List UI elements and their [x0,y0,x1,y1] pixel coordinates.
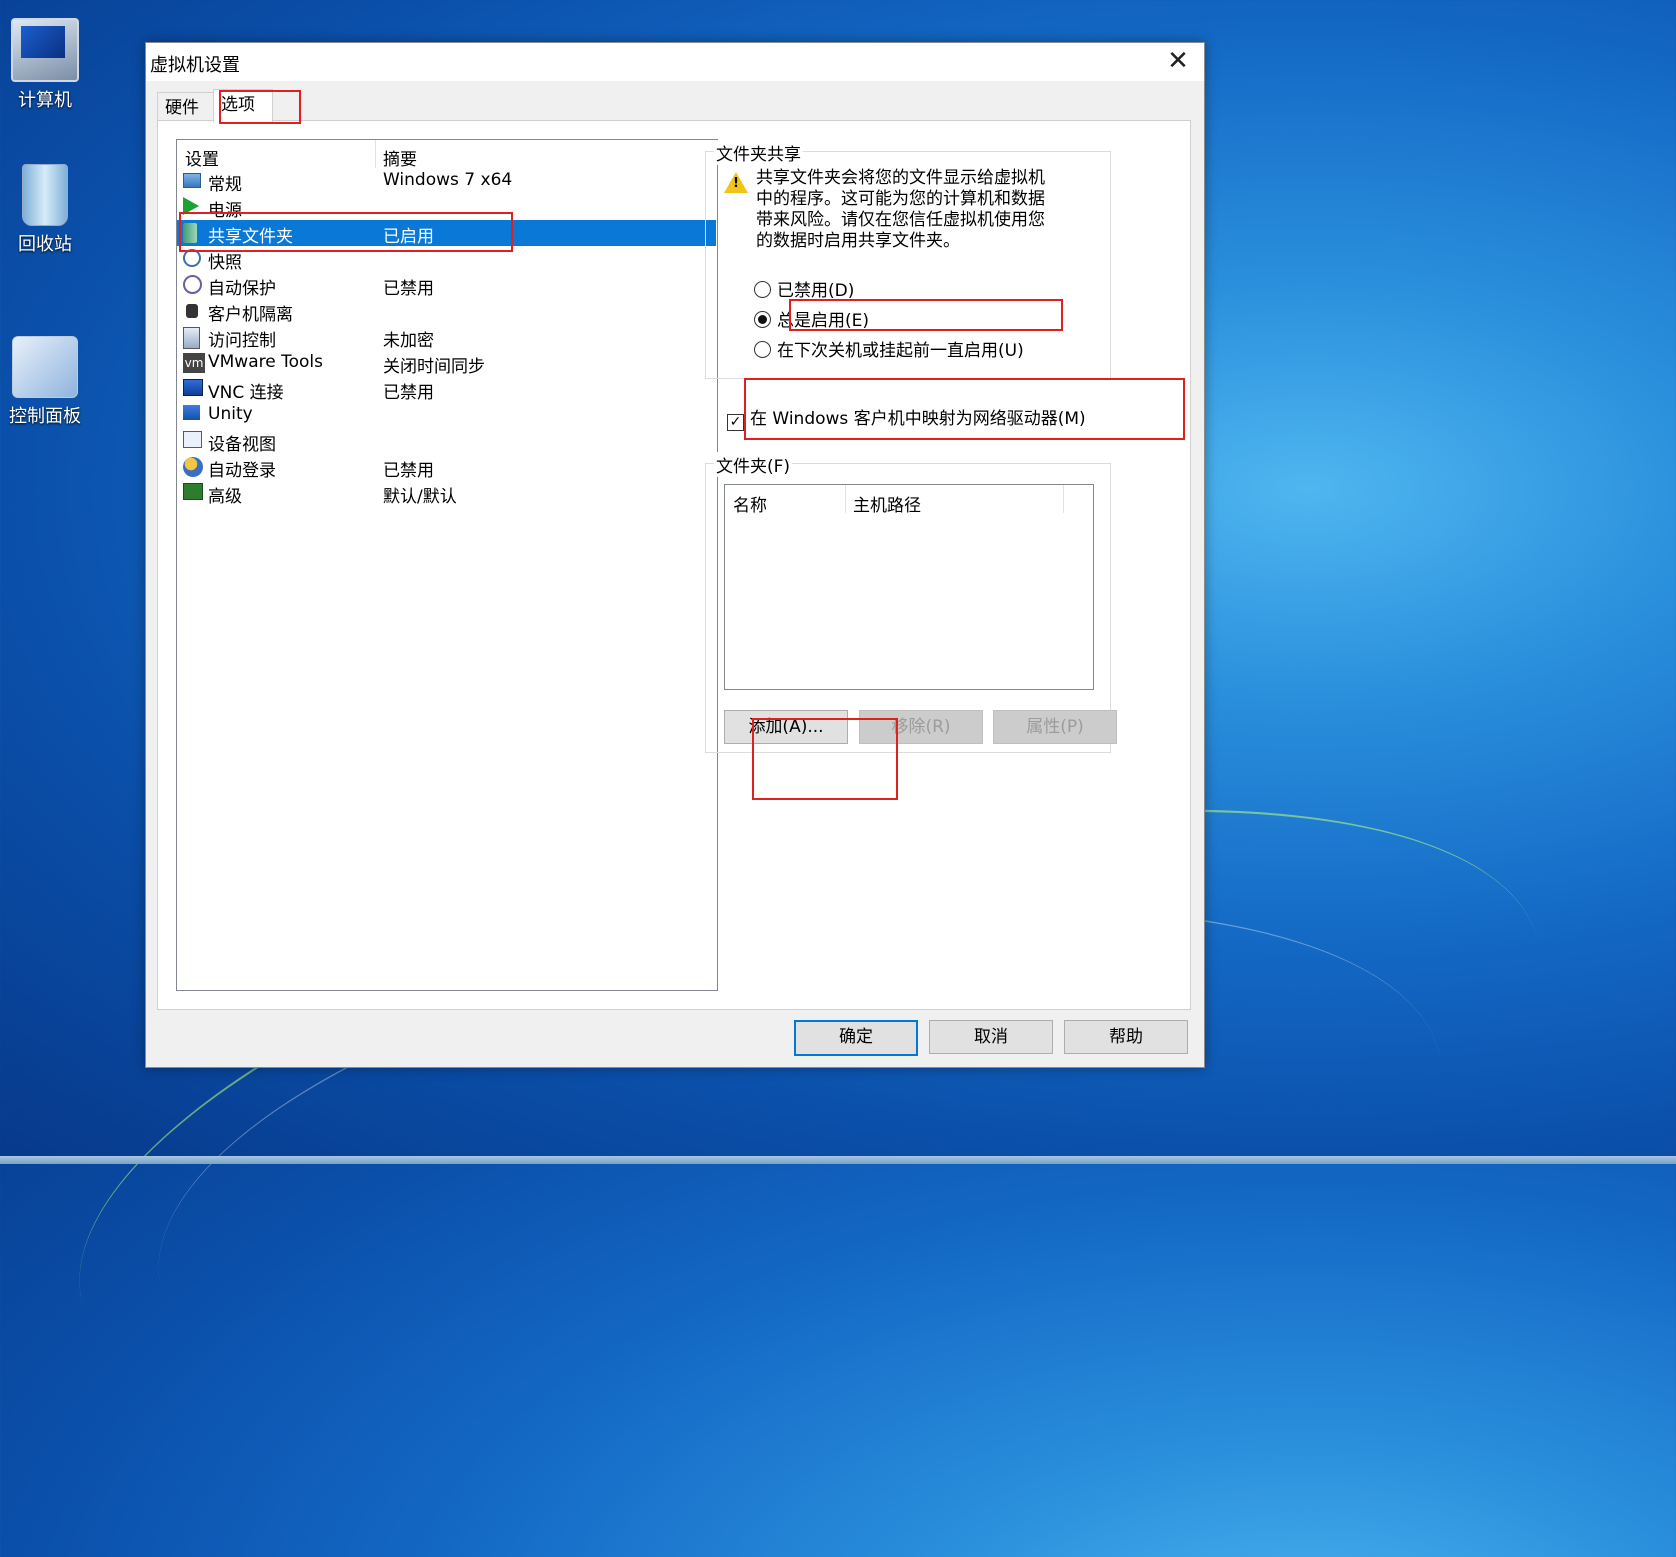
row-summary: 已禁用 [383,279,434,299]
column-header-host-path[interactable]: 主机路径 [853,491,921,516]
settings-row-vmware-tools[interactable]: vm VMware Tools 关闭时间同步 [177,350,717,377]
title-bar[interactable]: 虚拟机设置 ✕ [146,43,1204,81]
column-divider[interactable] [375,140,376,168]
desktop-icon-recycle-bin[interactable]: 回收站 [0,164,90,256]
row-summary: 默认/默认 [383,487,457,507]
row-name: 电源 [208,201,242,221]
settings-row-access-control[interactable]: 访问控制 未加密 [177,324,717,351]
computer-icon [11,18,79,82]
cancel-button[interactable]: 取消 [929,1020,1053,1054]
advanced-icon [183,483,203,500]
unity-icon [183,405,200,420]
vnc-icon [183,379,203,396]
group-label: 文件夹共享 [714,140,803,165]
settings-row-power[interactable]: 电源 [177,194,717,221]
row-summary: 已禁用 [383,383,434,403]
row-name: VNC 连接 [208,383,284,403]
row-summary: 已启用 [383,227,434,247]
warning-text: 共享文件夹会将您的文件显示给虚拟机中的程序。这可能为您的计算机和数据带来风险。请… [756,168,1045,251]
help-button[interactable]: 帮助 [1064,1020,1188,1054]
radio-label: 总是启用(E) [777,311,870,331]
desktop-icon-control-panel[interactable]: 控制面板 [0,336,90,428]
settings-row-general[interactable]: 常规 Windows 7 x64 [177,168,717,195]
vmware-tools-icon: vm [183,353,205,373]
row-name: VMware Tools [208,352,323,372]
row-summary: 关闭时间同步 [383,357,485,377]
settings-row-snapshots[interactable]: 快照 [177,246,717,273]
settings-row-shared-folders[interactable]: 共享文件夹 已启用 [177,220,716,247]
folder-sharing-group: 文件夹共享 ! 共享文件夹会将您的文件显示给虚拟机中的程序。这可能为您的计算机和… [705,140,1111,379]
folder-list[interactable]: 名称 主机路径 [724,484,1094,690]
list-header: 设置 摘要 [177,140,717,170]
desktop-icon-label: 控制面板 [9,406,81,427]
warning-icon: ! [724,172,748,193]
device-view-icon [183,431,202,448]
settings-row-device-view[interactable]: 设备视图 [177,428,717,455]
column-divider[interactable] [1063,485,1064,513]
row-name: 设备视图 [208,435,276,455]
desktop-icon-computer[interactable]: 计算机 [0,18,90,112]
row-summary: Windows 7 x64 [383,170,513,190]
snapshot-icon [183,249,201,267]
radio-button[interactable] [754,341,771,358]
row-name: 自动登录 [208,461,276,481]
settings-row-autologin[interactable]: 自动登录 已禁用 [177,454,717,481]
row-name: 常规 [208,175,242,195]
settings-list[interactable]: 设置 摘要 常规 Windows 7 x64 电源 共享文件夹 已启用 快照 自… [176,139,718,991]
radio-always-enabled[interactable]: 总是启用(E) [754,306,869,331]
options-panel: 设置 摘要 常规 Windows 7 x64 电源 共享文件夹 已启用 快照 自… [157,120,1191,1010]
autoprotect-icon [183,275,202,294]
row-name: 自动保护 [208,279,276,299]
radio-button[interactable] [754,311,771,328]
tab-hardware[interactable]: 硬件 [157,92,217,121]
radio-button[interactable] [754,281,771,298]
taskbar [0,1156,1676,1164]
shared-folder-icon [183,223,197,243]
tab-options[interactable]: 选项 [213,89,273,122]
radio-until-poweroff[interactable]: 在下次关机或挂起前一直启用(U) [754,336,1024,361]
row-summary: 已禁用 [383,461,434,481]
row-name: 快照 [208,253,242,273]
recycle-bin-icon [22,164,68,226]
vm-settings-dialog: 虚拟机设置 ✕ 硬件 选项 设置 摘要 常规 Windows 7 x64 电源 [145,42,1205,1068]
remove-button[interactable]: 移除(R) [859,710,983,744]
settings-row-unity[interactable]: Unity [177,402,717,428]
map-network-drive-checkbox[interactable]: ✓ 在 Windows 客户机中映射为网络驱动器(M) [727,404,1086,431]
row-name: 访问控制 [208,331,276,351]
settings-row-vnc[interactable]: VNC 连接 已禁用 [177,376,717,403]
checkbox-label: 在 Windows 客户机中映射为网络驱动器(M) [750,409,1086,429]
dialog-title: 虚拟机设置 [150,55,240,76]
folders-group: 文件夹(F) 名称 主机路径 添加(A)... 移除(R) 属性(P) [705,452,1117,753]
column-divider[interactable] [845,485,846,513]
row-name: Unity [208,404,253,424]
autologin-icon [183,457,203,477]
column-header-summary[interactable]: 摘要 [383,145,417,170]
radio-disabled[interactable]: 已禁用(D) [754,276,854,301]
desktop-icon-label: 回收站 [18,234,72,255]
row-name: 共享文件夹 [208,227,293,247]
close-button[interactable]: ✕ [1164,47,1192,75]
radio-label: 已禁用(D) [777,281,855,301]
play-icon [183,197,199,215]
properties-button[interactable]: 属性(P) [993,710,1117,744]
group-label: 文件夹(F) [714,452,793,477]
ok-button[interactable]: 确定 [794,1020,918,1056]
column-header-settings[interactable]: 设置 [185,145,219,170]
lock-icon [186,304,198,318]
radio-label: 在下次关机或挂起前一直启用(U) [777,341,1024,361]
checkbox[interactable]: ✓ [727,414,744,431]
control-panel-icon [12,336,78,398]
settings-row-guest-isolation[interactable]: 客户机隔离 [177,298,717,325]
add-button[interactable]: 添加(A)... [724,710,848,744]
access-control-icon [183,327,200,349]
settings-row-advanced[interactable]: 高级 默认/默认 [177,480,717,507]
row-summary: 未加密 [383,331,434,351]
monitor-icon [183,173,201,188]
column-header-name[interactable]: 名称 [733,491,767,516]
row-name: 高级 [208,487,242,507]
row-name: 客户机隔离 [208,305,293,325]
desktop-icon-label: 计算机 [18,90,72,111]
settings-row-autoprotect[interactable]: 自动保护 已禁用 [177,272,717,299]
